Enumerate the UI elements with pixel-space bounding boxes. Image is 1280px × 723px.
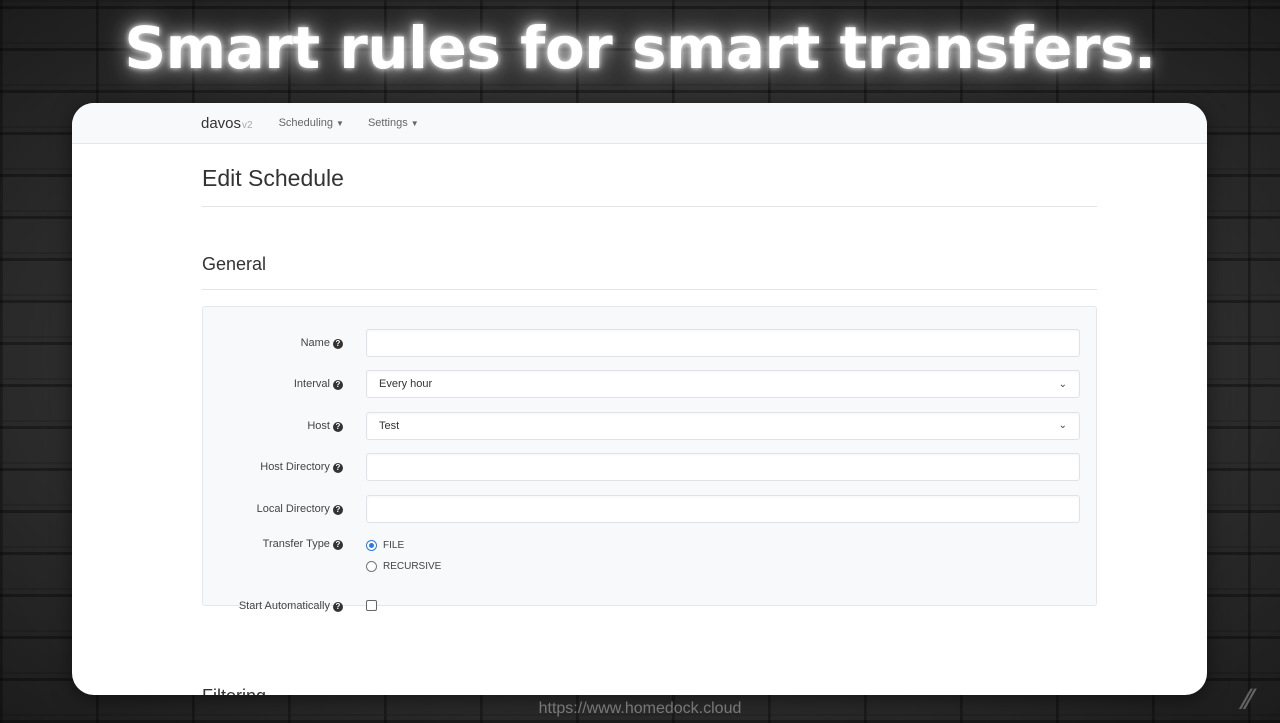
interval-label-text: Interval xyxy=(293,378,330,391)
host-directory-input[interactable] xyxy=(366,453,1080,482)
radio-recursive-label: RECURSIVE xyxy=(383,560,442,572)
form-row-interval: Interval ? Every hour ⌄ xyxy=(203,364,1080,406)
start-automatically-label: Start Automatically ? xyxy=(203,600,366,612)
interval-label: Interval ? xyxy=(203,378,366,391)
local-directory-input[interactable] xyxy=(366,494,1080,523)
help-icon[interactable]: ? xyxy=(333,463,343,474)
name-label-text: Name xyxy=(300,336,330,349)
radio-file-label: FILE xyxy=(383,539,405,551)
name-input[interactable] xyxy=(366,328,1080,357)
brand-version: v2 xyxy=(242,119,253,131)
form-row-host-directory: Host Directory ? xyxy=(203,447,1080,489)
help-icon[interactable]: ? xyxy=(333,380,343,391)
general-panel: Name ? Interval ? Every hour ⌄ Host ? Tes… xyxy=(202,306,1097,612)
interval-value: Every hour xyxy=(379,378,433,391)
brand[interactable]: davosv2 xyxy=(201,115,253,132)
help-icon[interactable]: ? xyxy=(333,539,343,550)
help-icon[interactable]: ? xyxy=(333,504,343,515)
radio-file[interactable]: FILE xyxy=(366,539,1080,551)
navbar: davosv2 Scheduling ▼ Settings ▼ xyxy=(72,103,1207,144)
footer-url: https://www.homedock.cloud xyxy=(538,700,742,717)
nav-scheduling-label: Scheduling xyxy=(278,117,334,129)
form-row-name: Name ? xyxy=(203,322,1080,364)
headline: Smart rules for smart transfers. xyxy=(124,14,1156,82)
host-label: Host ? xyxy=(203,420,366,432)
form-row-transfer-type: Transfer Type ? FILE RECURSIVE xyxy=(203,530,1080,588)
app-window: davosv2 Scheduling ▼ Settings ▼ Edit Sched… xyxy=(72,103,1207,695)
help-icon[interactable]: ? xyxy=(333,338,343,349)
local-directory-label: Local Directory ? xyxy=(203,503,366,515)
caret-down-icon: ▼ xyxy=(410,119,419,128)
local-directory-label-text: Local Directory xyxy=(256,502,330,515)
form-row-local-directory: Local Directory ? xyxy=(203,488,1080,530)
radio-recursive[interactable]: RECURSIVE xyxy=(366,560,1080,572)
radio-unselected-icon[interactable] xyxy=(366,560,377,572)
host-label-text: Host xyxy=(307,419,330,432)
nav-settings-label: Settings xyxy=(367,117,408,129)
transfer-type-radio-group: FILE RECURSIVE xyxy=(366,536,1080,572)
logo-icon: ⫽ xyxy=(1240,684,1252,714)
section-filtering-title: Filtering xyxy=(202,686,266,695)
name-label: Name ? xyxy=(203,337,366,349)
host-directory-label-text: Host Directory xyxy=(260,461,330,474)
host-select[interactable]: Test ⌄ xyxy=(366,411,1080,440)
caret-down-icon: ▼ xyxy=(336,119,344,128)
form-row-start-automatically: Start Automatically ? xyxy=(203,588,1080,624)
interval-select[interactable]: Every hour ⌄ xyxy=(366,370,1080,399)
help-icon[interactable]: ? xyxy=(333,421,343,432)
main-content: Edit Schedule General Name ? Interval ? … xyxy=(202,143,1097,612)
help-icon[interactable]: ? xyxy=(333,601,343,612)
brand-name: davos xyxy=(201,114,242,132)
start-automatically-label-text: Start Automatically xyxy=(238,599,330,612)
host-directory-label: Host Directory ? xyxy=(203,461,366,474)
start-automatically-wrap xyxy=(366,600,1080,611)
radio-selected-icon[interactable] xyxy=(366,539,377,551)
nav-settings[interactable]: Settings ▼ xyxy=(368,117,419,129)
form-row-host: Host ? Test ⌄ xyxy=(203,405,1080,447)
page-title: Edit Schedule xyxy=(202,143,1097,207)
start-automatically-checkbox[interactable] xyxy=(366,600,377,611)
chevron-down-icon: ⌄ xyxy=(1058,378,1067,390)
nav-scheduling[interactable]: Scheduling ▼ xyxy=(279,117,344,129)
transfer-type-label-text: Transfer Type xyxy=(262,537,330,550)
chevron-down-icon: ⌄ xyxy=(1058,420,1067,432)
host-value: Test xyxy=(379,419,400,432)
section-general-title: General xyxy=(202,207,1097,290)
transfer-type-label: Transfer Type ? xyxy=(203,536,366,550)
